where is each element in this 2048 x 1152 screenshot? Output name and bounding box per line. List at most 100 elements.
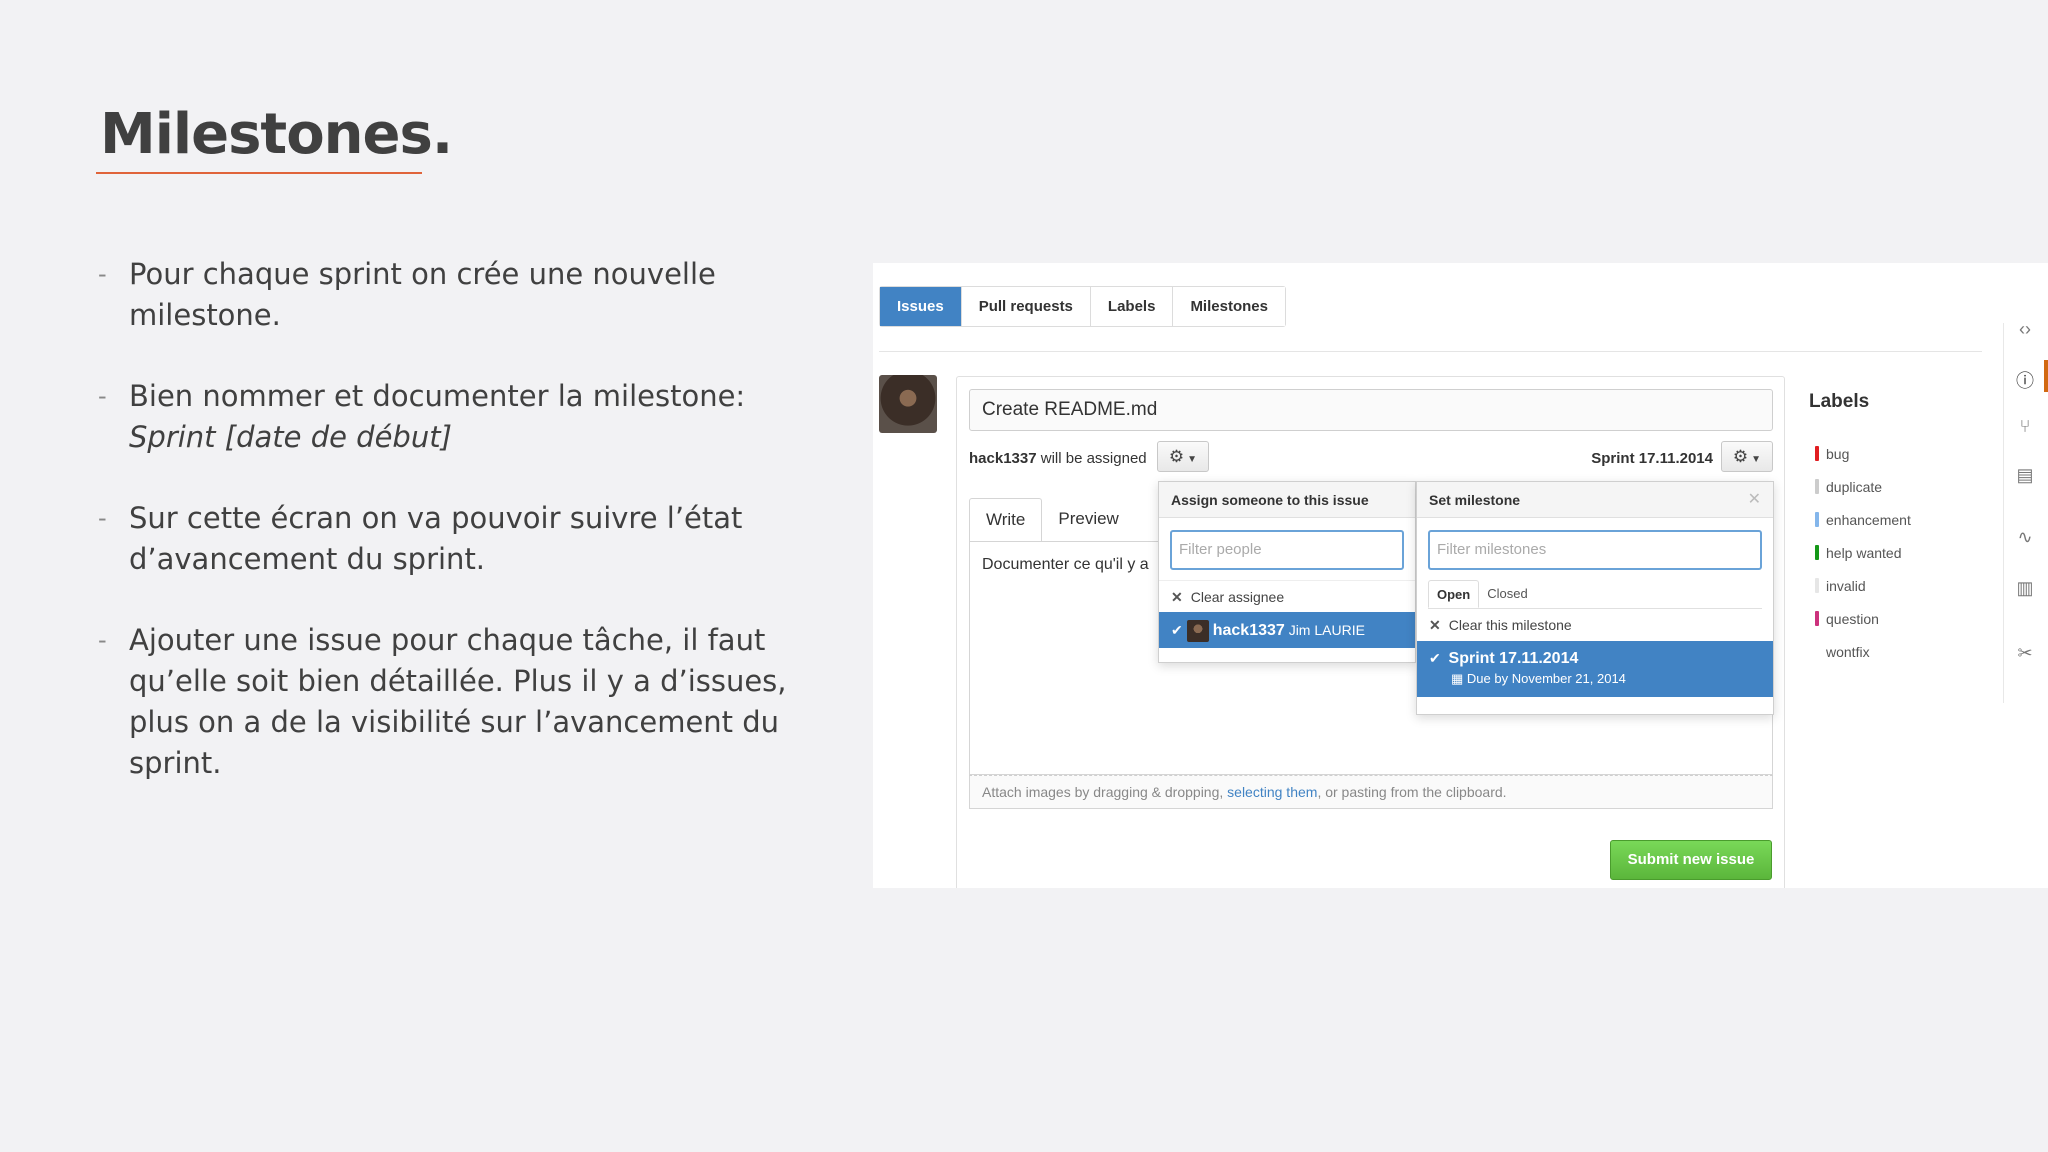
label-swatch xyxy=(1815,644,1819,659)
bullet-dash: - xyxy=(98,626,107,654)
attach-text-end: , or pasting from the clipboard. xyxy=(1317,784,1507,800)
editor-tabs: Write Preview xyxy=(969,498,1135,542)
label-item[interactable]: invalid xyxy=(1815,569,1911,602)
selecting-them-link[interactable]: selecting them xyxy=(1227,784,1317,800)
chevron-down-icon: ▼ xyxy=(1751,454,1762,465)
clear-milestone-label: Clear this milestone xyxy=(1448,617,1572,633)
label-item[interactable]: help wanted xyxy=(1815,536,1911,569)
label-swatch xyxy=(1815,578,1819,593)
tab-pull-requests[interactable]: Pull requests xyxy=(960,287,1090,326)
bullet-dash: - xyxy=(98,504,107,532)
label-item[interactable]: bug xyxy=(1815,437,1911,470)
label-name: bug xyxy=(1826,445,1850,462)
repo-side-nav: ‹› ⓘ ⑂ ▤ ∿ ▥ ✂ xyxy=(2003,263,2048,703)
label-swatch xyxy=(1815,446,1819,461)
label-name: question xyxy=(1826,610,1879,627)
github-issue-screenshot: Issues Pull requests Labels Milestones C… xyxy=(873,263,2048,888)
assignee-suffix: will be assigned xyxy=(1036,450,1147,467)
labels-heading: Labels xyxy=(1809,391,1870,412)
close-icon: ✕ xyxy=(1171,589,1183,605)
bullet-item: - Sur cette écran on va pouvoir suivre l’… xyxy=(98,498,818,580)
clear-assignee-item[interactable]: ✕ Clear assignee xyxy=(1159,580,1415,612)
tab-write[interactable]: Write xyxy=(969,498,1043,542)
selected-user-name: Jim LAURIE xyxy=(1288,622,1365,638)
bullet-text: Pour chaque sprint on crée une nouvelle … xyxy=(129,257,716,332)
labels-list: bug duplicate enhancement help wanted in… xyxy=(1815,437,1911,668)
repo-tabs: Issues Pull requests Labels Milestones xyxy=(879,286,1286,327)
gear-icon: ⚙ xyxy=(1732,447,1749,466)
label-name: duplicate xyxy=(1826,478,1883,495)
assignee-dropdown-header: Assign someone to this issue xyxy=(1159,482,1415,518)
check-icon: ✔ xyxy=(1429,650,1441,666)
avatar xyxy=(1186,620,1209,643)
assignee-dropdown: Assign someone to this issue Filter peop… xyxy=(1158,481,1416,663)
filter-milestones-input[interactable]: Filter milestones xyxy=(1428,530,1762,570)
tab-milestones[interactable]: Milestones xyxy=(1172,287,1285,326)
code-icon[interactable]: ‹› xyxy=(2013,319,2037,340)
label-swatch xyxy=(1815,479,1819,494)
selected-user: hack1337 xyxy=(1212,622,1285,639)
milestone-dropdown: Set milestone ✕ Filter milestones Open Cl… xyxy=(1416,481,1774,715)
avatar xyxy=(879,375,937,433)
calendar-icon: ▦ xyxy=(1451,671,1464,686)
label-name: enhancement xyxy=(1826,511,1911,528)
milestone-dropdown-header: Set milestone ✕ xyxy=(1417,482,1773,518)
selected-milestone-item[interactable]: ✔ Sprint 17.11.2014 ▦ Due by November 21… xyxy=(1417,641,1773,697)
milestone-gear-button[interactable]: ⚙ ▼ xyxy=(1721,441,1773,472)
slide-title: Milestones. xyxy=(100,102,453,167)
milestone-state-tabs: Open Closed xyxy=(1428,580,1762,609)
title-underline xyxy=(96,172,422,174)
bullet-list: - Pour chaque sprint on crée une nouvelle… xyxy=(98,254,818,824)
submit-new-issue-button[interactable]: Submit new issue xyxy=(1610,840,1772,880)
assignee-text: hack1337 will be assigned xyxy=(969,450,1147,467)
bullet-text: Ajouter une issue pour chaque tâche, il … xyxy=(129,623,787,780)
clear-milestone-item[interactable]: ✕ Clear this milestone xyxy=(1417,609,1773,641)
selected-milestone-title: Sprint 17.11.2014 xyxy=(1448,650,1579,667)
bullet-item: - Bien nommer et documenter la milestone:… xyxy=(98,376,818,458)
label-name: help wanted xyxy=(1826,544,1902,561)
bullet-text: Sur cette écran on va pouvoir suivre l’é… xyxy=(129,501,743,576)
assignee-user: hack1337 xyxy=(969,450,1037,467)
tab-open[interactable]: Open xyxy=(1428,580,1480,608)
label-name: invalid xyxy=(1826,577,1866,594)
bullet-dash: - xyxy=(98,260,107,288)
check-icon: ✔ xyxy=(1171,622,1183,638)
pull-request-icon[interactable]: ⑂ xyxy=(2013,416,2037,437)
label-item[interactable]: question xyxy=(1815,602,1911,635)
close-icon[interactable]: ✕ xyxy=(1748,482,1761,518)
milestone-text: Sprint 17.11.2014 xyxy=(1591,450,1713,467)
label-item[interactable]: enhancement xyxy=(1815,503,1911,536)
wiki-icon[interactable]: ▤ xyxy=(2013,465,2037,486)
tab-labels[interactable]: Labels xyxy=(1089,287,1173,326)
chevron-down-icon: ▼ xyxy=(1187,454,1198,465)
bullet-italic: Sprint [date de début] xyxy=(129,420,452,454)
label-item[interactable]: wontfix xyxy=(1815,635,1911,668)
assignee-gear-button[interactable]: ⚙ ▼ xyxy=(1157,441,1209,472)
gear-icon: ⚙ xyxy=(1168,447,1185,466)
issue-icon[interactable]: ⓘ xyxy=(2013,367,2037,393)
label-swatch xyxy=(1815,545,1819,560)
milestone-dropdown-title: Set milestone xyxy=(1429,492,1521,508)
close-icon: ✕ xyxy=(1429,617,1441,633)
issue-title-input[interactable]: Create README.md xyxy=(969,389,1773,431)
selected-assignee-item[interactable]: ✔ hack1337 Jim LAURIE xyxy=(1159,612,1415,648)
label-name: wontfix xyxy=(1826,643,1870,660)
filter-people-input[interactable]: Filter people xyxy=(1170,530,1404,570)
label-item[interactable]: duplicate xyxy=(1815,470,1911,503)
label-swatch xyxy=(1815,611,1819,626)
label-swatch xyxy=(1815,512,1819,527)
bullet-dash: - xyxy=(98,382,107,410)
bullet-item: - Pour chaque sprint on crée une nouvelle… xyxy=(98,254,818,336)
tab-issues[interactable]: Issues xyxy=(880,287,961,326)
tab-closed[interactable]: Closed xyxy=(1479,580,1535,608)
bullet-text: Bien nommer et documenter la milestone: xyxy=(129,379,746,413)
settings-icon[interactable]: ✂ xyxy=(2013,643,2037,664)
graph-icon[interactable]: ▥ xyxy=(2013,578,2037,599)
pulse-icon[interactable]: ∿ xyxy=(2013,527,2037,548)
tab-preview[interactable]: Preview xyxy=(1042,498,1134,542)
bullet-item: - Ajouter une issue pour chaque tâche, il… xyxy=(98,620,818,784)
selected-milestone-due: Due by November 21, 2014 xyxy=(1466,671,1626,686)
attach-text: Attach images by dragging & dropping, xyxy=(982,784,1228,800)
divider xyxy=(879,351,1982,352)
clear-assignee-label: Clear assignee xyxy=(1190,589,1285,605)
